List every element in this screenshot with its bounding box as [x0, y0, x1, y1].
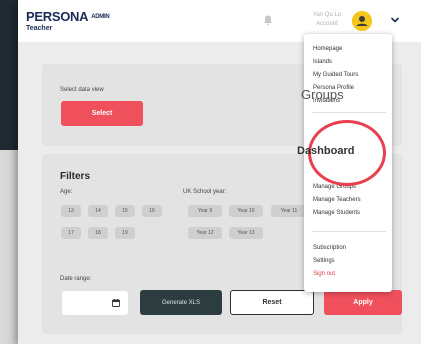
user-account-line: Account: [316, 21, 338, 27]
data-view-label: Select data view: [60, 87, 104, 93]
year-chip-12[interactable]: Year 12: [188, 227, 222, 239]
age-chip-15[interactable]: 15: [115, 205, 135, 217]
menu-item-settings[interactable]: Settings: [313, 258, 335, 264]
menu-item-dashboard[interactable]: Dashboard: [297, 145, 354, 157]
menu-item-islands[interactable]: Islands: [313, 59, 332, 65]
date-range-label: Date range:: [60, 276, 92, 282]
age-chip-13[interactable]: 13: [61, 205, 81, 217]
year-chip-10[interactable]: Year 10: [229, 205, 263, 217]
select-button[interactable]: Select: [61, 101, 143, 126]
age-chip-19[interactable]: 19: [115, 227, 135, 239]
year-chip-11[interactable]: Year 11: [271, 205, 307, 217]
apply-button[interactable]: Apply: [324, 290, 402, 315]
menu-item-homepage[interactable]: Homepage: [313, 46, 342, 52]
user-name[interactable]: Yan Qu Lu Account: [298, 11, 356, 29]
user-avatar-icon[interactable]: [352, 11, 372, 31]
generate-xls-button[interactable]: Generate XLS: [140, 290, 222, 315]
calendar-icon: [112, 299, 120, 307]
user-name-line: Yan Qu Lu: [312, 12, 342, 18]
school-year-label: UK School year:: [183, 189, 227, 195]
filters-title: Filters: [60, 171, 91, 182]
admin-window: PERSONA ADMIN Teacher Yan Qu Lu Account S…: [18, 0, 421, 344]
reset-button[interactable]: Reset: [230, 290, 314, 315]
menu-divider: [312, 231, 386, 232]
menu-item-manage-teachers[interactable]: Manage Teachers: [313, 197, 361, 203]
age-chip-18[interactable]: 18: [88, 227, 108, 239]
date-range-input[interactable]: [62, 291, 128, 315]
menu-item-subscription[interactable]: Subscription: [313, 245, 346, 251]
age-chip-17[interactable]: 17: [61, 227, 81, 239]
menu-item-manage-students[interactable]: Manage Students: [313, 210, 360, 216]
brand-name: PERSONA: [26, 9, 89, 24]
role-label: Teacher: [26, 25, 53, 32]
menu-item-guided-tours[interactable]: My Guided Tours: [313, 72, 358, 78]
brand-tag: ADMIN: [91, 14, 110, 20]
age-chip-14[interactable]: 14: [88, 205, 108, 217]
chevron-down-icon[interactable]: [390, 16, 400, 24]
brand-logo[interactable]: PERSONA ADMIN: [26, 9, 110, 24]
age-label: Age:: [60, 189, 73, 195]
bell-icon[interactable]: [262, 14, 274, 26]
year-chip-9[interactable]: Year 9: [188, 205, 222, 217]
menu-divider: [312, 112, 386, 113]
age-chip-16[interactable]: 16: [142, 205, 162, 217]
menu-zoom-groups[interactable]: Groups: [301, 87, 344, 102]
year-chip-13[interactable]: Year 13: [229, 227, 263, 239]
menu-item-sign-out[interactable]: Sign out: [313, 271, 335, 277]
